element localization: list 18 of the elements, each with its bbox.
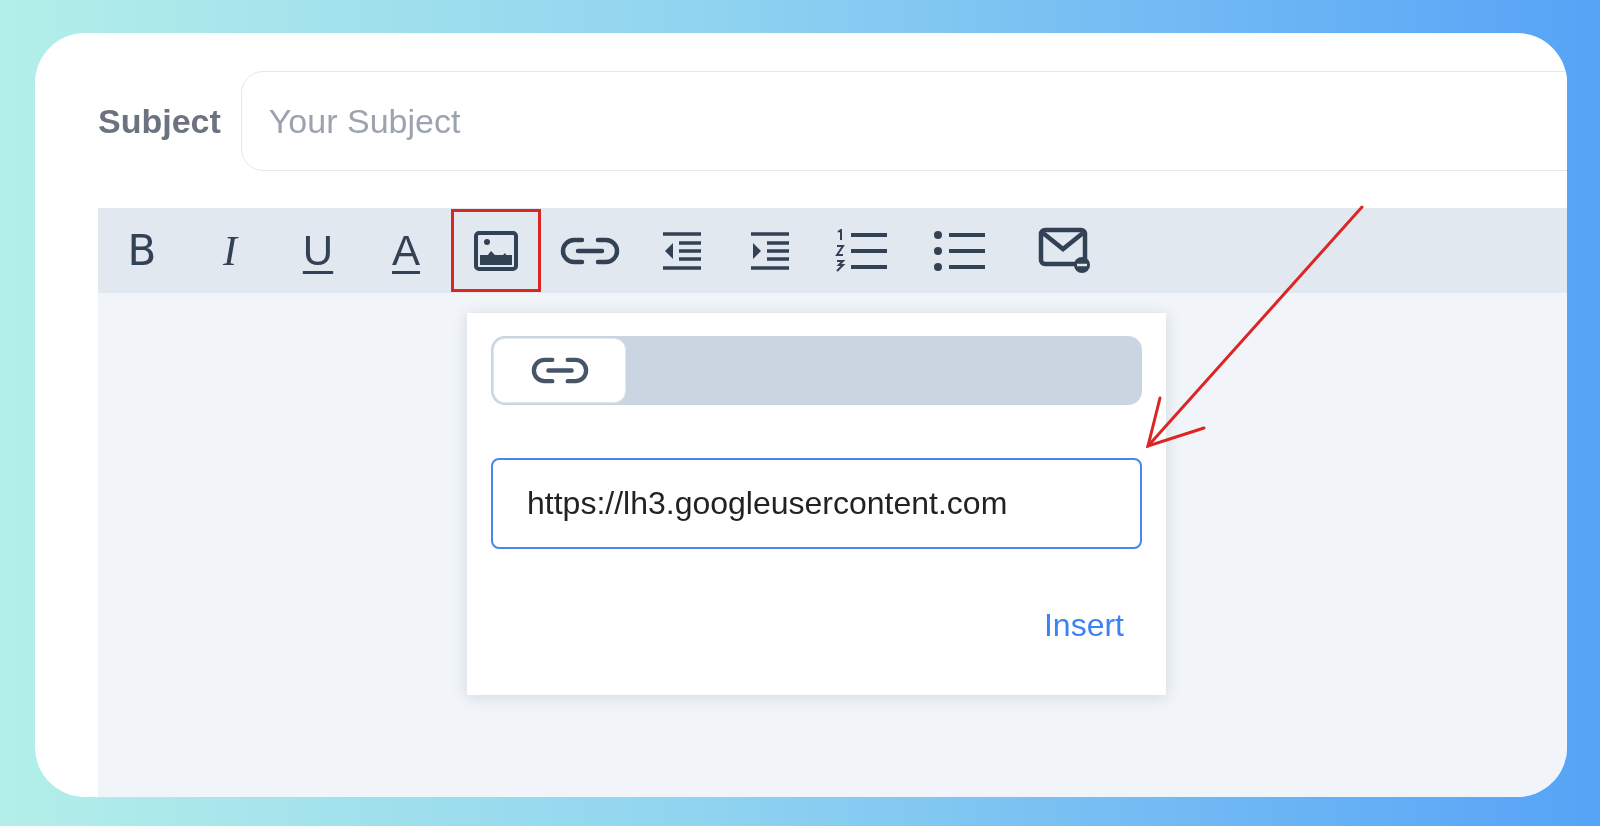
underline-button[interactable]: U: [274, 208, 362, 293]
text-color-button[interactable]: A: [362, 208, 450, 293]
link-icon: [560, 235, 620, 266]
insert-image-button[interactable]: [450, 208, 542, 293]
subject-field[interactable]: Your Subject: [240, 71, 1567, 171]
subject-label: Subject: [98, 101, 221, 141]
bullet-list-icon: [933, 228, 987, 273]
italic-button[interactable]: I: [186, 208, 274, 293]
image-icon: [474, 230, 518, 271]
link-tab[interactable]: [493, 338, 626, 403]
url-field[interactable]: https://lh3.googleusercontent.com: [491, 458, 1142, 549]
envelope-icon: [1038, 226, 1092, 275]
insert-button[interactable]: Insert: [1043, 607, 1124, 644]
outdent-icon: [661, 230, 703, 271]
link-icon: [530, 356, 589, 385]
bold-button[interactable]: B: [98, 208, 186, 293]
indent-icon: [749, 230, 791, 271]
numbered-list-icon: [835, 228, 889, 273]
